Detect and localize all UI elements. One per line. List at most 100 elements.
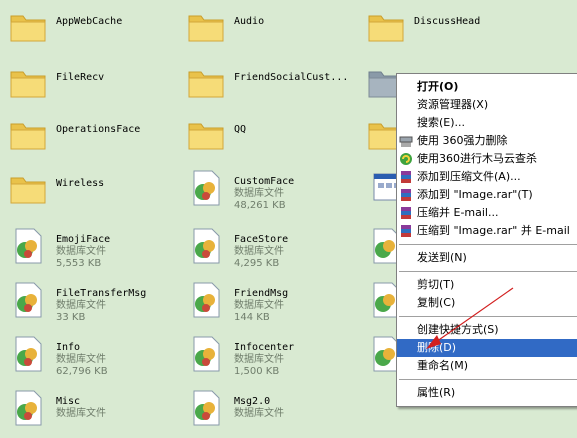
db-file-item[interactable]: FriendMsg 数据库文件 144 KB: [178, 274, 368, 330]
menu-item-rename[interactable]: 重命名(M): [397, 357, 577, 375]
database-file-icon: [193, 390, 220, 426]
item-name: Misc: [56, 396, 81, 407]
db-file-item[interactable]: Info 数据库文件 62,796 KB: [0, 328, 170, 384]
db-file-item[interactable]: Misc 数据库文件: [0, 382, 170, 438]
item-name: DiscussHead: [414, 16, 481, 27]
db-file-item[interactable]: EmojiFace 数据库文件 5,553 KB: [0, 220, 170, 276]
winrar-icon: [401, 189, 411, 201]
item-name: FriendSocialCust...: [234, 72, 349, 83]
item-type: 数据库文件: [234, 300, 284, 311]
folder-icon: [368, 15, 404, 42]
item-name: Info: [56, 342, 81, 353]
menu-item-compress-email[interactable]: 压缩并 E-mail...: [397, 204, 577, 222]
db-file-item[interactable]: [358, 220, 400, 276]
db-file-item[interactable]: [358, 328, 400, 384]
item-size: 4,295 KB: [234, 258, 280, 269]
menu-separator: [399, 379, 577, 380]
folder-icon: [10, 123, 46, 150]
database-file-icon: [15, 336, 42, 372]
item-size: 144 KB: [234, 312, 270, 323]
folder-item[interactable]: FriendSocialCust...: [178, 56, 378, 112]
item-size: 1,500 KB: [234, 366, 280, 377]
menu-item-delete[interactable]: 删除(D): [397, 339, 577, 357]
menu-separator: [399, 271, 577, 272]
db-file-item[interactable]: FileTransferMsg 数据库文件 33 KB: [0, 274, 170, 330]
folder-item[interactable]: Wireless: [0, 162, 170, 218]
folder-item[interactable]: OperationsFace: [0, 108, 170, 164]
folder-item[interactable]: FileRecv: [0, 56, 170, 112]
menu-separator: [399, 316, 577, 317]
menu-item-360-scan[interactable]: 使用360进行木马云查杀: [397, 150, 577, 168]
folder-icon: [10, 177, 46, 204]
menu-separator: [399, 244, 577, 245]
winrar-icon: [401, 207, 411, 219]
item-size: 48,261 KB: [234, 200, 286, 211]
db-file-item[interactable]: [358, 274, 400, 330]
folder-item[interactable]: AppWebCache: [0, 0, 170, 56]
item-type: 数据库文件: [234, 408, 284, 419]
item-type: 数据库文件: [56, 408, 106, 419]
menu-item-360-force-delete[interactable]: 使用 360强力删除: [397, 132, 577, 150]
item-name: OperationsFace: [56, 124, 141, 135]
winrar-icon: [401, 225, 411, 237]
item-size: 33 KB: [56, 312, 86, 323]
menu-item-open[interactable]: 打开(O): [397, 78, 577, 96]
folder-item[interactable]: [358, 108, 404, 164]
folder-icon: [188, 15, 224, 42]
db-file-item[interactable]: Infocenter 数据库文件 1,500 KB: [178, 328, 368, 384]
menu-item-search[interactable]: 搜索(E)...: [397, 114, 577, 132]
folder-icon: [188, 71, 224, 98]
menu-item-cut[interactable]: 剪切(T): [397, 276, 577, 294]
menu-item-create-shortcut[interactable]: 创建快捷方式(S): [397, 321, 577, 339]
menu-item-compress-image-rar-email[interactable]: 压缩到 "Image.rar" 并 E-mail: [397, 222, 577, 240]
item-name: CustomFace: [234, 176, 295, 187]
item-name: EmojiFace: [56, 234, 111, 245]
context-menu: 打开(O) 资源管理器(X) 搜索(E)... 使用 360强力删除 使用360…: [396, 73, 577, 407]
menu-item-add-to-archive[interactable]: 添加到压缩文件(A)...: [397, 168, 577, 186]
item-name: QQ: [234, 124, 247, 135]
item-size: 62,796 KB: [56, 366, 108, 377]
database-file-icon: [15, 228, 42, 264]
item-type: 数据库文件: [234, 246, 284, 257]
item-type: 数据库文件: [234, 354, 284, 365]
item-type: 数据库文件: [56, 246, 106, 257]
folder-icon: [188, 123, 224, 150]
item-name: Infocenter: [234, 342, 295, 353]
item-name: Msg2.0: [234, 396, 271, 407]
360-shield-icon: [400, 153, 412, 165]
item-name: FriendMsg: [234, 288, 289, 299]
item-name: FileRecv: [56, 72, 105, 83]
database-file-icon: [15, 282, 42, 318]
file-item[interactable]: [358, 162, 403, 218]
database-file-icon: [15, 390, 42, 426]
database-file-icon: [193, 336, 220, 372]
folder-item[interactable]: QQ: [178, 108, 348, 164]
item-name: FaceStore: [234, 234, 289, 245]
folder-item[interactable]: DiscussHead: [358, 0, 528, 56]
database-file-icon: [193, 282, 220, 318]
db-file-item[interactable]: Msg2.0 数据库文件: [178, 382, 368, 438]
item-type: 数据库文件: [56, 300, 106, 311]
item-type: 数据库文件: [56, 354, 106, 365]
item-name: FileTransferMsg: [56, 288, 147, 299]
menu-item-send-to[interactable]: 发送到(N): [397, 249, 577, 267]
menu-item-copy[interactable]: 复制(C): [397, 294, 577, 312]
db-file-item[interactable]: FaceStore 数据库文件 4,295 KB: [178, 220, 368, 276]
db-file-item[interactable]: CustomFace 数据库文件 48,261 KB: [178, 162, 368, 218]
folder-icon: [10, 15, 46, 42]
database-file-icon: [193, 170, 220, 206]
item-name: AppWebCache: [56, 16, 123, 27]
folder-icon: [10, 71, 46, 98]
folder-item[interactable]: Audio: [178, 0, 348, 56]
item-type: 数据库文件: [234, 188, 284, 199]
item-name: Audio: [234, 16, 265, 27]
database-file-icon: [193, 228, 220, 264]
item-size: 5,553 KB: [56, 258, 102, 269]
selected-folder-item[interactable]: [358, 56, 404, 112]
winrar-icon: [401, 171, 411, 183]
shredder-icon: [399, 136, 413, 147]
menu-item-add-to-image-rar[interactable]: 添加到 "Image.rar"(T): [397, 186, 577, 204]
item-name: Wireless: [56, 178, 105, 189]
menu-item-explorer[interactable]: 资源管理器(X): [397, 96, 577, 114]
menu-item-properties[interactable]: 属性(R): [397, 384, 577, 402]
